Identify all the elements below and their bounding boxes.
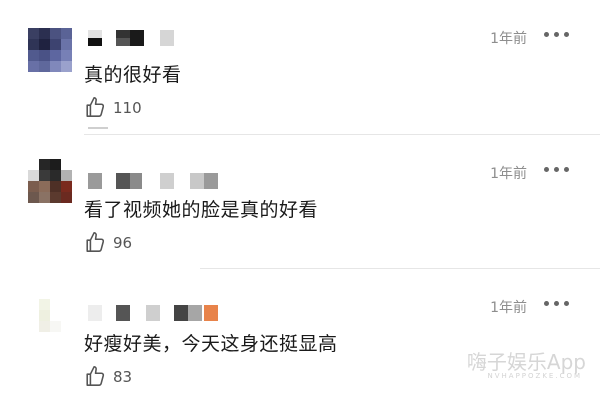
username-redacted[interactable] bbox=[86, 173, 226, 189]
comment-text: 好瘦好美，今天这身还挺显高 bbox=[84, 333, 338, 355]
comment-item: 1年前 真的很好看 110 bbox=[0, 0, 600, 135]
thumbs-up-icon bbox=[86, 366, 105, 386]
like-button[interactable]: 110 bbox=[84, 96, 154, 118]
comment-time: 1年前 bbox=[490, 166, 527, 182]
more-dots-icon[interactable] bbox=[544, 298, 570, 310]
thumbs-up-icon bbox=[86, 97, 105, 117]
like-count: 83 bbox=[113, 368, 133, 386]
like-count: 110 bbox=[113, 99, 142, 117]
username-redacted[interactable] bbox=[86, 305, 226, 321]
comment-text: 真的很好看 bbox=[84, 64, 182, 86]
avatar[interactable] bbox=[28, 28, 72, 72]
more-dots-icon[interactable] bbox=[544, 29, 570, 41]
avatar[interactable] bbox=[28, 299, 72, 343]
username-redacted[interactable] bbox=[86, 30, 196, 46]
more-dots-icon[interactable] bbox=[544, 164, 570, 176]
comment-time: 1年前 bbox=[490, 31, 527, 47]
like-count: 96 bbox=[113, 234, 133, 252]
like-button[interactable]: 96 bbox=[84, 231, 154, 253]
comment-item: 1年前 看了视频她的脸是真的好看 96 bbox=[0, 135, 600, 269]
avatar[interactable] bbox=[28, 159, 72, 203]
comment-item: 1年前 好瘦好美，今天这身还挺显高 83 bbox=[0, 269, 600, 403]
comment-text: 看了视频她的脸是真的好看 bbox=[84, 199, 319, 221]
thumbs-up-icon bbox=[86, 232, 105, 252]
watermark-text: 嗨子娱乐App bbox=[466, 350, 586, 374]
smudge-mark bbox=[88, 127, 108, 129]
comment-time: 1年前 bbox=[490, 300, 527, 316]
watermark-subtext: NVHAPPOZKE.COM bbox=[487, 372, 582, 380]
like-button[interactable]: 83 bbox=[84, 365, 154, 387]
